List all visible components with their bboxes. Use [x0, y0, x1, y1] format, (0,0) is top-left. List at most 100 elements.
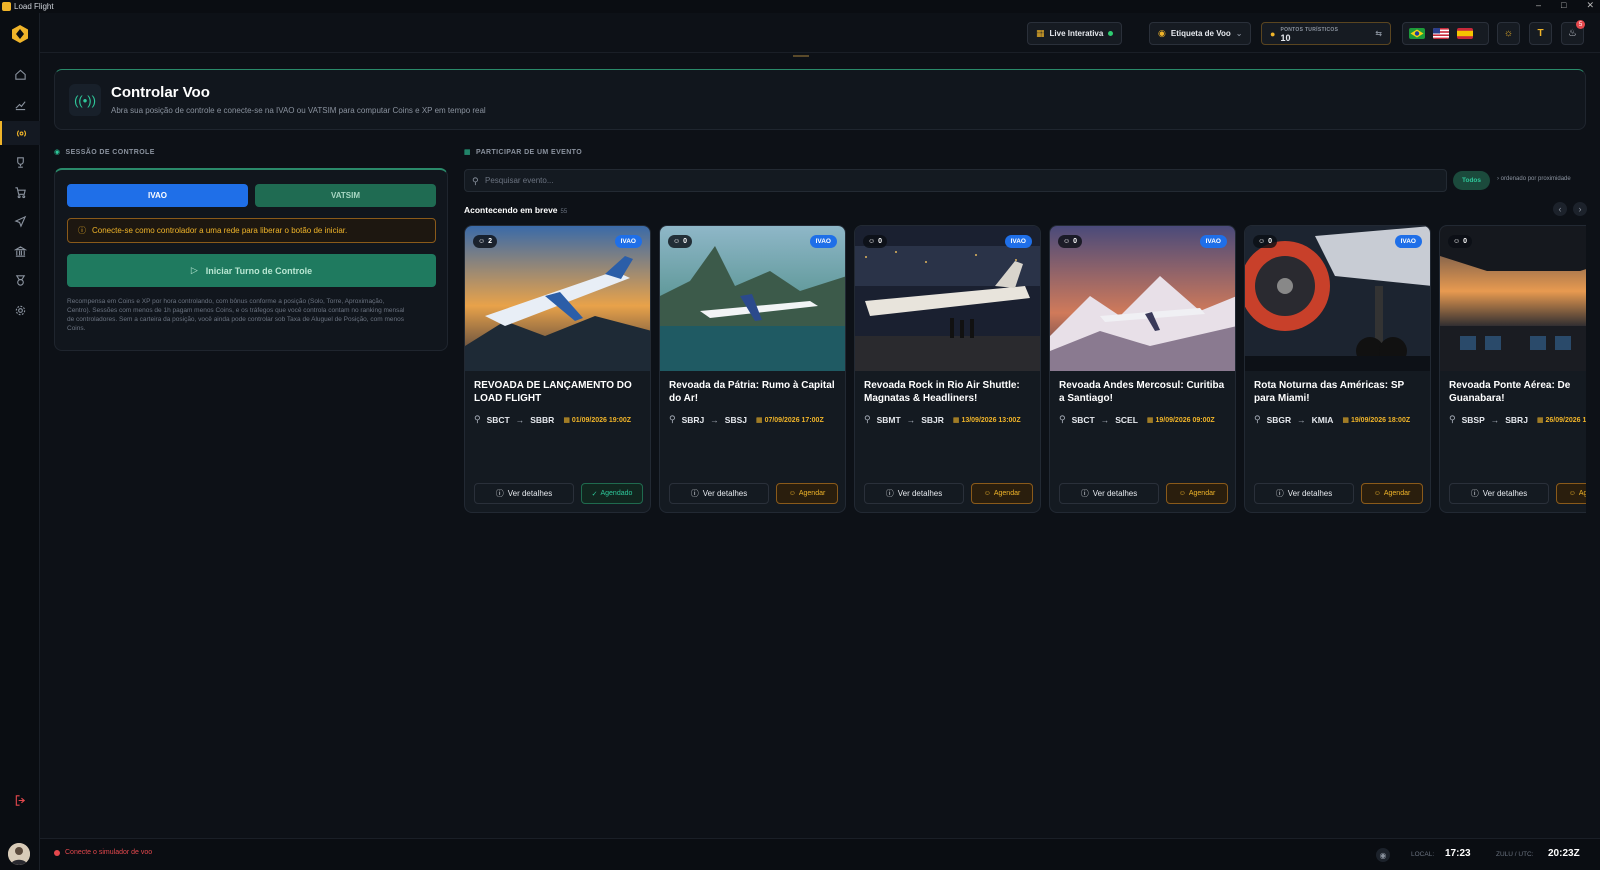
event-route: ⚲ SBMT → SBJR ▦ 13/09/2026 13:00Z	[864, 414, 1021, 425]
arrow-right-icon: →	[515, 414, 525, 425]
live-button[interactable]: ▦ Live Interativa	[1027, 22, 1123, 45]
event-title: REVOADA DE LANÇAMENTO DO LOAD FLIGHT	[474, 380, 632, 404]
participants-badge: ☺ 2	[473, 235, 498, 248]
flag-spain-icon[interactable]	[1457, 28, 1473, 39]
schedule-button[interactable]: ☺Agendar	[971, 483, 1033, 504]
flag-brazil-icon[interactable]	[1409, 28, 1425, 39]
info-icon: ⓘ	[885, 489, 894, 498]
schedule-button[interactable]: ☺Agendar	[1361, 483, 1423, 504]
participants-badge: ☺ 0	[668, 235, 693, 248]
swap-icon[interactable]: ⇆	[1375, 29, 1382, 38]
medal-icon[interactable]	[0, 268, 40, 292]
event-card[interactable]: ☺ 0 IVAO Revoada Rock in Rio Air Shuttle:…	[854, 225, 1041, 513]
schedule-icon: ☺	[788, 490, 796, 497]
event-route: ⚲ SBSP → SBRJ ▦ 26/09/2026 13:00Z	[1449, 414, 1586, 425]
bell-icon[interactable]: ♨ 5	[1561, 20, 1585, 45]
home-icon[interactable]	[0, 62, 40, 86]
brand-logo-icon[interactable]	[10, 24, 30, 44]
notification-badge: 5	[1576, 20, 1585, 29]
tv-icon: ▦	[1036, 28, 1045, 38]
origin-icao: SBCT	[486, 414, 510, 425]
flight-tag-dropdown[interactable]: ◉ Etiqueta de Voo ⌄	[1149, 22, 1252, 45]
chart-icon[interactable]	[0, 92, 40, 116]
logout-icon[interactable]	[0, 788, 40, 812]
origin-icao: SBRJ	[681, 414, 705, 425]
network-badge: IVAO	[1394, 235, 1422, 248]
event-title: Revoada Rock in Rio Air Shuttle: Magnata…	[864, 380, 1020, 404]
tab-vatsim[interactable]: VATSIM	[255, 184, 436, 207]
start-shift-button[interactable]: ▷ Iniciar Turno de Controle	[67, 254, 436, 287]
headset-icon[interactable]: ◉	[1376, 848, 1390, 862]
sidebar	[0, 13, 40, 870]
flag-usa-icon[interactable]	[1433, 28, 1449, 39]
destination-icao: SBRJ	[1505, 414, 1528, 425]
event-date: ▦ 01/09/2026 19:00Z	[563, 416, 632, 424]
event-date: ▦ 19/09/2026 09:00Z	[1146, 416, 1215, 424]
destination-icao: SBBR	[530, 414, 555, 425]
event-card[interactable]: ☺ 0 IVAO Revoada da Pátria: Rumo à Capita…	[659, 225, 846, 513]
schedule-icon: ☺	[1568, 490, 1576, 497]
carousel-prev-button[interactable]: ‹	[1553, 202, 1567, 216]
arrow-right-icon: →	[906, 414, 916, 425]
close-icon[interactable]: ✕	[1586, 0, 1594, 11]
warning-icon: ⓘ	[78, 226, 86, 235]
view-details-button[interactable]: ⓘ Ver detalhes	[474, 483, 574, 504]
event-date: ▦ 19/09/2026 18:00Z	[1342, 416, 1411, 424]
arrow-right-icon: →	[1490, 414, 1500, 425]
event-search-input[interactable]: ⚲ Pesquisar evento...	[464, 169, 1447, 192]
view-details-button[interactable]: ⓘ Ver detalhes	[1449, 483, 1549, 504]
event-card[interactable]: ☺ 0 Revoada Ponte Aérea: De Guanabara! ⚲ …	[1439, 225, 1586, 513]
destination-icao: SCEL	[1115, 414, 1138, 425]
theme-toggle-icon[interactable]: ☼	[1497, 22, 1520, 45]
network-badge: IVAO	[614, 235, 642, 248]
event-card[interactable]: ☺ 0 IVAO Revoada Andes Mercosul: Curitiba…	[1049, 225, 1236, 513]
map-pin-icon: ⚲	[474, 414, 481, 424]
schedule-button[interactable]: ☺Agendar	[1556, 483, 1586, 504]
page-subtitle: Abra sua posição de controle e conecte-s…	[111, 106, 486, 115]
plane-icon[interactable]	[0, 209, 40, 233]
event-route: ⚲ SBGR → KMIA ▦ 19/09/2026 18:00Z	[1254, 414, 1410, 425]
search-icon: ⚲	[472, 176, 479, 186]
page-title: Controlar Voo	[111, 84, 210, 101]
arrow-right-icon: →	[710, 414, 719, 425]
event-card[interactable]: ☺ 2 IVAO REVOADA DE LANÇAMENTO DO LOAD FL…	[464, 225, 651, 513]
gear-icon[interactable]	[0, 298, 40, 322]
view-details-button[interactable]: ⓘ Ver detalhes	[669, 483, 769, 504]
sort-label[interactable]: › ordenado por proximidade	[1497, 176, 1571, 182]
schedule-button[interactable]: ☺Agendar	[776, 483, 838, 504]
schedule-button[interactable]: ✓ Agendado	[581, 483, 643, 504]
upcoming-title: Acontecendo em breve 55	[464, 205, 568, 215]
view-details-button[interactable]: ⓘ Ver detalhes	[864, 483, 964, 504]
tourist-points[interactable]: ● PONTOS TURÍSTICOS 10 ⇆	[1261, 22, 1391, 45]
event-date: ▦ 07/09/2026 17:00Z	[756, 416, 824, 424]
radio-icon[interactable]	[0, 121, 40, 145]
view-details-button[interactable]: ⓘ Ver detalhes	[1254, 483, 1354, 504]
text-size-icon[interactable]: T	[1529, 22, 1552, 45]
destination-icao: KMIA	[1311, 414, 1334, 425]
network-badge: IVAO	[809, 235, 837, 248]
filter-all-button[interactable]: Todos	[1453, 171, 1490, 190]
connect-warning: ⓘ Conecte-se como controlador a uma rede…	[67, 218, 436, 243]
maximize-icon[interactable]: □	[1561, 0, 1566, 11]
cart-icon[interactable]	[0, 180, 40, 204]
view-details-button[interactable]: ⓘ Ver detalhes	[1059, 483, 1159, 504]
origin-icao: SBGR	[1266, 414, 1292, 425]
minimize-icon[interactable]: –	[1536, 0, 1541, 11]
event-date: ▦ 26/09/2026 13:00Z	[1536, 416, 1586, 424]
event-date: ▦ 13/09/2026 13:00Z	[952, 416, 1021, 424]
trophy-icon[interactable]	[0, 150, 40, 174]
carousel-next-button[interactable]: ›	[1573, 202, 1587, 216]
status-dot	[54, 849, 60, 856]
bank-icon[interactable]	[0, 239, 40, 263]
tab-ivao[interactable]: IVAO	[67, 184, 248, 207]
map-pin-icon: ⚲	[669, 414, 676, 424]
schedule-button[interactable]: ☺Agendar	[1166, 483, 1228, 504]
window-title: Load Flight	[14, 2, 54, 11]
event-card[interactable]: ☺ 0 IVAO Rota Noturna das Américas: SP pa…	[1244, 225, 1431, 513]
simulator-status[interactable]: Conecte o simulador de voo	[54, 849, 152, 856]
headset-icon: ◉	[54, 149, 61, 156]
info-icon: ⓘ	[495, 489, 504, 498]
event-carousel: ☺ 2 IVAO REVOADA DE LANÇAMENTO DO LOAD FL…	[464, 225, 1586, 515]
session-rewards-note: Recompensa em Coins e XP por hora contro…	[67, 298, 405, 332]
avatar[interactable]	[8, 843, 30, 865]
